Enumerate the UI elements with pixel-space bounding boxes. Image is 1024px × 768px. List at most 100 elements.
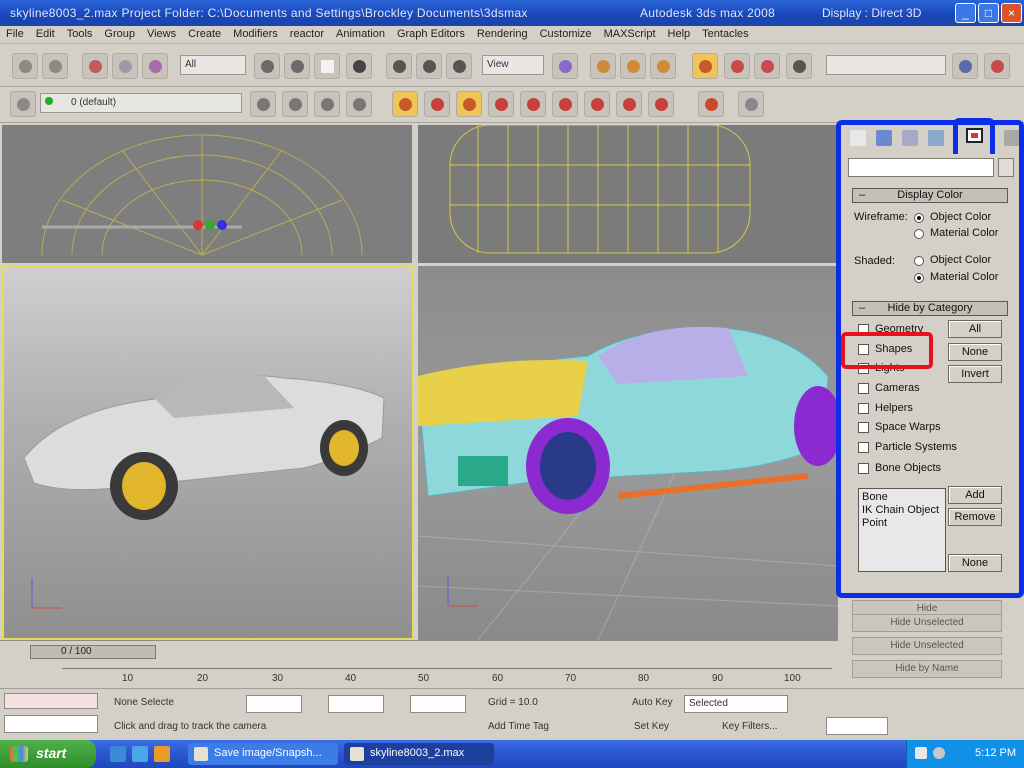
menu-maxscript[interactable]: MAXScript bbox=[598, 26, 662, 42]
menu-group[interactable]: Group bbox=[98, 26, 141, 42]
x-coordinate-field[interactable] bbox=[246, 695, 302, 713]
viewport-perspective[interactable] bbox=[418, 266, 838, 640]
viewport-front[interactable] bbox=[418, 125, 838, 263]
hide-by-name-button[interactable]: Hide by Name bbox=[852, 660, 1002, 678]
hide-unselected-button[interactable]: Hide Unselected bbox=[852, 614, 1002, 632]
menu-graph-editors[interactable]: Graph Editors bbox=[391, 26, 471, 42]
space-warps-checkbox[interactable] bbox=[858, 422, 869, 433]
reactor-plane-icon[interactable] bbox=[552, 91, 578, 117]
schematic-view-icon[interactable] bbox=[282, 91, 308, 117]
geometry-checkbox[interactable] bbox=[858, 324, 869, 335]
percent-snap-icon[interactable] bbox=[692, 53, 718, 79]
menu-modifiers[interactable]: Modifiers bbox=[227, 26, 284, 42]
motion-tab-icon[interactable] bbox=[928, 130, 944, 146]
key-mode-dropdown[interactable]: Selected bbox=[684, 695, 788, 713]
start-button[interactable]: start bbox=[0, 740, 96, 768]
object-color-swatch[interactable] bbox=[998, 158, 1014, 177]
task-3dsmax[interactable]: skyline8003_2.max bbox=[344, 743, 494, 765]
menu-rendering[interactable]: Rendering bbox=[471, 26, 534, 42]
menu-file[interactable]: File bbox=[0, 26, 30, 42]
hide-by-category-rollout-header[interactable]: – Hide by Category bbox=[852, 301, 1008, 316]
reactor-motor-icon[interactable] bbox=[648, 91, 674, 117]
current-frame-field[interactable] bbox=[826, 717, 888, 735]
select-object-icon[interactable] bbox=[254, 53, 280, 79]
named-selection-dropdown[interactable] bbox=[826, 55, 946, 75]
edit-named-selection-icon[interactable] bbox=[754, 53, 780, 79]
spinner-snap-icon[interactable] bbox=[724, 53, 750, 79]
time-slider[interactable]: 0 / 100 bbox=[30, 645, 156, 659]
menu-help[interactable]: Help bbox=[662, 26, 697, 42]
key-filters-button[interactable]: Key Filters... bbox=[722, 721, 778, 732]
rotate-icon[interactable] bbox=[416, 53, 442, 79]
reactor-preview-icon[interactable] bbox=[698, 91, 724, 117]
select-by-name-icon[interactable] bbox=[284, 53, 310, 79]
list-add-button[interactable]: Add bbox=[948, 486, 1002, 504]
display-tab[interactable] bbox=[953, 118, 995, 154]
layer-manager-icon[interactable] bbox=[984, 53, 1010, 79]
menu-customize[interactable]: Customize bbox=[534, 26, 598, 42]
shaded-object-color-radio[interactable] bbox=[914, 256, 924, 266]
menu-tentacles[interactable]: Tentacles bbox=[696, 26, 754, 42]
layers-icon[interactable] bbox=[10, 91, 36, 117]
align-icon[interactable] bbox=[952, 53, 978, 79]
material-editor-icon[interactable] bbox=[314, 91, 340, 117]
select-manipulate-icon[interactable] bbox=[590, 53, 616, 79]
curve-editor-icon[interactable] bbox=[250, 91, 276, 117]
cameras-checkbox[interactable] bbox=[858, 383, 869, 394]
helpers-checkbox[interactable] bbox=[858, 403, 869, 414]
reactor-soft-body-icon[interactable] bbox=[456, 91, 482, 117]
menu-views[interactable]: Views bbox=[141, 26, 182, 42]
display-color-rollout-header[interactable]: – Display Color bbox=[852, 188, 1008, 203]
hide-none-button[interactable]: None bbox=[948, 343, 1002, 361]
reactor-dashpot-icon[interactable] bbox=[616, 91, 642, 117]
hierarchy-tab-icon[interactable] bbox=[902, 130, 918, 146]
show-desktop-icon[interactable] bbox=[110, 746, 126, 762]
maxscript-listener-field[interactable] bbox=[4, 693, 98, 709]
shaded-material-color-radio[interactable] bbox=[914, 273, 924, 283]
angle-snap-icon[interactable] bbox=[650, 53, 676, 79]
create-tab-icon[interactable] bbox=[850, 130, 866, 146]
move-icon[interactable] bbox=[386, 53, 412, 79]
set-key-button[interactable]: Set Key bbox=[634, 721, 669, 732]
unlink-icon[interactable] bbox=[112, 53, 138, 79]
rectangular-selection-icon[interactable] bbox=[314, 53, 340, 79]
tray-volume-icon[interactable] bbox=[933, 747, 945, 759]
snap-icon[interactable] bbox=[620, 53, 646, 79]
list-none-button[interactable]: None bbox=[948, 554, 1002, 572]
wireframe-material-color-radio[interactable] bbox=[914, 229, 924, 239]
lights-checkbox[interactable] bbox=[858, 363, 869, 374]
y-coordinate-field[interactable] bbox=[328, 695, 384, 713]
list-item[interactable]: Point bbox=[862, 517, 942, 530]
minimize-button[interactable]: _ bbox=[955, 3, 976, 23]
media-player-icon[interactable] bbox=[154, 746, 170, 762]
close-button[interactable]: × bbox=[1001, 3, 1022, 23]
category-list[interactable]: Bone IK Chain Object Point bbox=[858, 488, 946, 572]
list-remove-button[interactable]: Remove bbox=[948, 508, 1002, 526]
reactor-rigid-body-icon[interactable] bbox=[392, 91, 418, 117]
redo-icon[interactable] bbox=[42, 53, 68, 79]
particle-systems-checkbox[interactable] bbox=[858, 442, 869, 453]
viewport-top[interactable] bbox=[2, 125, 412, 263]
reactor-rope-icon[interactable] bbox=[488, 91, 514, 117]
task-save-image[interactable]: Save image/Snapsh... bbox=[188, 743, 338, 765]
z-coordinate-field[interactable] bbox=[410, 695, 466, 713]
menu-edit[interactable]: Edit bbox=[30, 26, 61, 42]
modify-tab-icon[interactable] bbox=[876, 130, 892, 146]
track-bar[interactable]: 10 20 30 40 50 60 70 80 90 100 bbox=[62, 668, 832, 686]
link-icon[interactable] bbox=[82, 53, 108, 79]
internet-explorer-icon[interactable] bbox=[132, 746, 148, 762]
hide-unselected-button-2[interactable]: Hide Unselected bbox=[852, 637, 1002, 655]
auto-key-button[interactable]: Auto Key bbox=[632, 697, 673, 708]
selection-filter-dropdown[interactable]: All bbox=[180, 55, 246, 75]
scale-icon[interactable] bbox=[446, 53, 472, 79]
maxscript-input-field[interactable] bbox=[4, 715, 98, 733]
wireframe-object-color-radio[interactable] bbox=[914, 213, 924, 223]
list-item[interactable]: Bone bbox=[862, 491, 942, 504]
menu-tools[interactable]: Tools bbox=[61, 26, 99, 42]
render-setup-icon[interactable] bbox=[346, 91, 372, 117]
reactor-cloth-icon[interactable] bbox=[424, 91, 450, 117]
tray-network-icon[interactable] bbox=[915, 747, 927, 759]
list-item[interactable]: IK Chain Object bbox=[862, 504, 942, 517]
viewport-camera-shaded[interactable] bbox=[2, 266, 414, 640]
hide-all-button[interactable]: All bbox=[948, 320, 1002, 338]
